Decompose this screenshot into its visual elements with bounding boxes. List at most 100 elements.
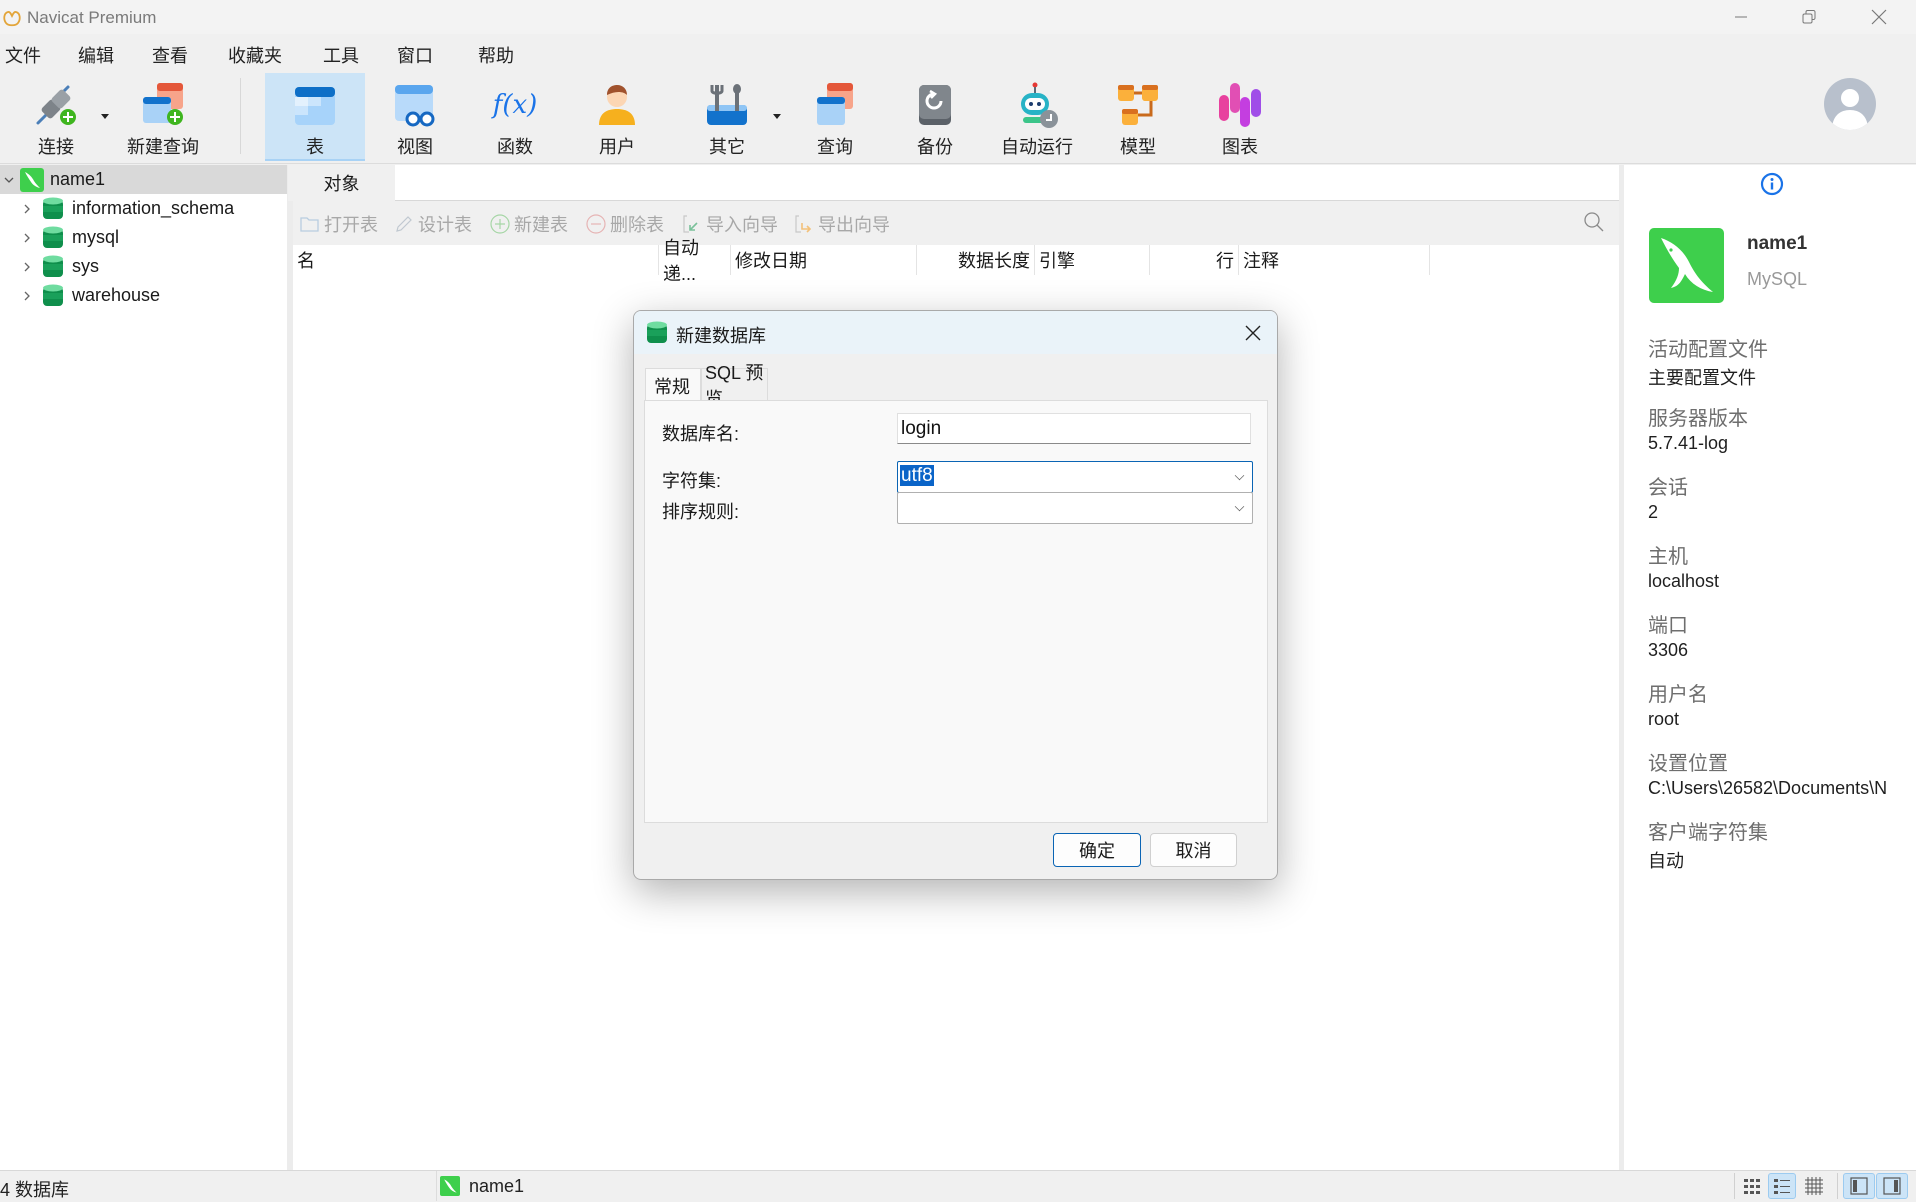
column-header-comment[interactable]: 注释: [1239, 245, 1430, 275]
column-header-rows[interactable]: 行: [1150, 245, 1239, 275]
status-connection-name: name1: [469, 1176, 525, 1196]
column-header-name[interactable]: 名: [293, 245, 659, 275]
info-field-label: 设置位置: [1648, 753, 1728, 775]
menu-help[interactable]: 帮助: [478, 42, 514, 68]
cancel-button[interactable]: 取消: [1150, 833, 1237, 867]
table-icon: [291, 81, 339, 129]
restore-button[interactable]: [1774, 0, 1844, 34]
chart-button[interactable]: 图表: [1200, 73, 1280, 161]
close-icon: [1245, 325, 1261, 341]
chevron-right-icon[interactable]: [20, 260, 34, 274]
search-button[interactable]: [1583, 211, 1605, 238]
dialog-title: 新建数据库: [676, 326, 766, 346]
dialog-general-panel: 数据库名: 字符集: utf8 排序规则:: [644, 400, 1268, 823]
toggle-right-pane-button[interactable]: [1876, 1173, 1908, 1199]
grid-view-icon: [1744, 1179, 1760, 1194]
status-bar: 4 数据库 name1: [0, 1170, 1916, 1201]
new-table-button[interactable]: 新建表: [489, 211, 568, 237]
tree-connection-label: name1: [50, 169, 106, 189]
tree-database-item[interactable]: information_schema: [0, 194, 287, 223]
collation-select[interactable]: [897, 492, 1253, 524]
ok-button[interactable]: 确定: [1053, 833, 1141, 867]
user-button[interactable]: 用户: [577, 73, 657, 161]
charset-select[interactable]: utf8: [897, 461, 1253, 493]
tab-objects[interactable]: 对象: [288, 165, 395, 201]
database-name-label: 数据库名:: [662, 424, 740, 444]
menu-view[interactable]: 查看: [152, 42, 188, 68]
close-icon: [1871, 9, 1887, 25]
menu-tools[interactable]: 工具: [323, 42, 359, 68]
other-button[interactable]: 其它: [687, 73, 767, 161]
list-view-button[interactable]: [1768, 1173, 1796, 1199]
model-button[interactable]: 模型: [1098, 73, 1178, 161]
connect-button[interactable]: 连接: [20, 73, 92, 161]
info-field-label: 服务器版本: [1648, 408, 1748, 430]
column-header-auto-increment[interactable]: 自动递...: [659, 238, 731, 284]
chevron-down-icon[interactable]: [2, 173, 16, 187]
status-divider: [1734, 1173, 1735, 1199]
minimize-button[interactable]: [1706, 0, 1776, 34]
query-button[interactable]: 查询: [795, 73, 875, 161]
design-table-button[interactable]: 设计表: [393, 211, 472, 237]
navicat-logo-icon: [3, 11, 21, 27]
close-button[interactable]: [1844, 0, 1914, 34]
chevron-right-icon[interactable]: [20, 289, 34, 303]
view-button[interactable]: 视图: [375, 73, 455, 161]
database-icon: [42, 226, 64, 250]
backup-label: 备份: [917, 137, 953, 157]
grid-view-button[interactable]: [1738, 1173, 1766, 1199]
menu-favorites[interactable]: 收藏夹: [228, 42, 282, 68]
menu-edit[interactable]: 编辑: [78, 42, 114, 68]
tree-connection-name1[interactable]: name1: [0, 165, 287, 194]
info-field-label: 客户端字符集: [1648, 822, 1768, 844]
connect-dropdown-caret[interactable]: [101, 114, 109, 119]
info-button[interactable]: [1760, 172, 1784, 201]
column-header-modified-date[interactable]: 修改日期: [731, 245, 917, 275]
automation-button[interactable]: 自动运行: [992, 73, 1082, 161]
menu-window[interactable]: 窗口: [397, 42, 433, 68]
tree-database-item[interactable]: mysql: [0, 223, 287, 252]
title-bar: Navicat Premium: [0, 0, 1916, 34]
info-field-value: localhost: [1648, 571, 1720, 591]
tree-database-label: mysql: [72, 227, 120, 247]
ok-button-label: 确定: [1079, 841, 1115, 861]
dialog-tab-general[interactable]: 常规: [645, 368, 701, 402]
dialog-title-bar[interactable]: 新建数据库: [634, 311, 1277, 354]
tab-bar: 对象: [288, 165, 1619, 201]
detail-view-button[interactable]: [1800, 1173, 1828, 1199]
backup-button[interactable]: 备份: [895, 73, 975, 161]
database-icon: [42, 284, 64, 308]
export-wizard-button[interactable]: 导出向导: [793, 211, 890, 237]
charset-selected-value: utf8: [900, 465, 934, 486]
toggle-left-pane-button[interactable]: [1843, 1173, 1875, 1199]
dialog-tab-sql-preview[interactable]: SQL 预览: [701, 363, 768, 409]
dialog-close-button[interactable]: [1235, 315, 1271, 351]
query-icon: [811, 81, 859, 129]
chevron-right-icon[interactable]: [20, 202, 34, 216]
delete-table-button[interactable]: 删除表: [585, 211, 664, 237]
query-label: 查询: [817, 137, 853, 157]
database-name-input[interactable]: [897, 413, 1251, 444]
list-view-icon: [1774, 1179, 1790, 1194]
other-dropdown-caret[interactable]: [773, 114, 781, 119]
open-table-button[interactable]: 打开表: [299, 211, 378, 237]
info-field-label: 主机: [1648, 546, 1688, 568]
right-pane-icon: [1883, 1177, 1901, 1195]
tree-database-label: warehouse: [72, 285, 161, 305]
view-icon: [391, 81, 439, 129]
column-header-engine[interactable]: 引擎: [1035, 245, 1150, 275]
menu-file[interactable]: 文件: [5, 42, 41, 68]
column-header-label: 修改日期: [735, 251, 807, 271]
left-pane-icon: [1850, 1177, 1868, 1195]
info-connection-name: name1: [1747, 233, 1808, 254]
table-label: 表: [306, 137, 324, 157]
tab-objects-label: 对象: [323, 174, 360, 194]
column-header-data-length[interactable]: 数据长度: [917, 245, 1035, 275]
chevron-right-icon[interactable]: [20, 231, 34, 245]
tree-database-item[interactable]: sys: [0, 252, 287, 281]
tree-database-item[interactable]: warehouse: [0, 281, 287, 310]
new-query-button[interactable]: 新建查询: [123, 73, 203, 161]
function-button[interactable]: f(x) 函数: [475, 73, 555, 161]
table-button[interactable]: 表: [265, 73, 365, 161]
user-avatar[interactable]: [1824, 78, 1876, 130]
